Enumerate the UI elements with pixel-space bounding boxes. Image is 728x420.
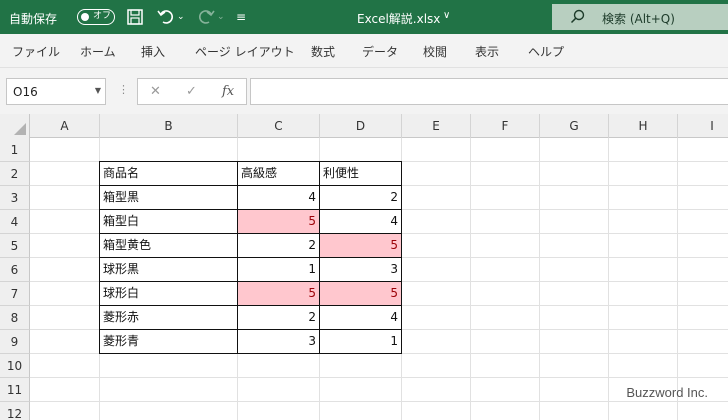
- autosave-toggle[interactable]: オフ: [77, 9, 115, 25]
- column-header-a[interactable]: A: [30, 114, 100, 138]
- tab-home[interactable]: ホーム: [80, 43, 116, 60]
- redo-icon: [196, 6, 216, 28]
- table-header-cell[interactable]: 利便性: [320, 162, 401, 186]
- chevron-down-icon[interactable]: ▼: [95, 86, 101, 95]
- column-headers: A B C D E F G H I: [0, 114, 728, 138]
- table-border: [99, 233, 402, 234]
- column-header-g[interactable]: G: [540, 114, 609, 138]
- search-box[interactable]: 検索 (Alt+Q): [552, 4, 728, 30]
- tab-help[interactable]: ヘルプ: [528, 43, 564, 60]
- table-cell-quality[interactable]: 3: [238, 330, 319, 354]
- table-cell-name[interactable]: 菱形青: [100, 330, 237, 354]
- table-cell-quality[interactable]: 5: [238, 282, 319, 306]
- row-header[interactable]: 6: [0, 258, 30, 282]
- column-header-b[interactable]: B: [100, 114, 238, 138]
- row-header[interactable]: 9: [0, 330, 30, 354]
- search-icon: [570, 9, 586, 28]
- more-options-icon[interactable]: ⋮: [118, 83, 129, 96]
- table-cell-quality[interactable]: 5: [238, 210, 319, 234]
- formula-buttons: ✕ ✓ fx: [137, 78, 247, 105]
- table-cell-quality[interactable]: 1: [238, 258, 319, 282]
- gridline: [30, 377, 728, 378]
- sheet-grid[interactable]: A B C D E F G H I 1 2 3 4 5 6 7 8 9 10 1…: [0, 114, 728, 420]
- chevron-down-icon[interactable]: ∨: [443, 10, 450, 21]
- table-cell-convenience[interactable]: 4: [320, 210, 401, 234]
- table-cell-quality[interactable]: 2: [238, 234, 319, 258]
- column-header-d[interactable]: D: [320, 114, 402, 138]
- row-header[interactable]: 2: [0, 162, 30, 186]
- ribbon-tabs: ファイル ホーム 挿入 ページ レイアウト 数式 データ 校閲 表示 ヘルプ: [0, 34, 728, 68]
- row-header[interactable]: 4: [0, 210, 30, 234]
- formula-bar: O16 ▼ ⋮ ✕ ✓ fx: [0, 68, 728, 114]
- tab-formulas[interactable]: 数式: [311, 43, 335, 60]
- document-title[interactable]: Excel解説.xlsx: [357, 10, 440, 27]
- table-cell-convenience[interactable]: 5: [320, 234, 401, 258]
- redo-dropdown-icon: ⌄: [217, 12, 225, 22]
- table-cell-convenience[interactable]: 5: [320, 282, 401, 306]
- table-border: [99, 257, 402, 258]
- cancel-icon[interactable]: ✕: [150, 84, 161, 99]
- table-cell-convenience[interactable]: 3: [320, 258, 401, 282]
- table-border: [99, 329, 402, 330]
- table-border: [99, 209, 402, 210]
- formula-input[interactable]: [250, 78, 728, 105]
- table-border: [99, 185, 402, 186]
- row-header[interactable]: 7: [0, 282, 30, 306]
- undo-icon[interactable]: [156, 6, 176, 28]
- table-header-cell[interactable]: 高級感: [238, 162, 319, 186]
- row-header[interactable]: 12: [0, 402, 30, 420]
- tab-data[interactable]: データ: [362, 43, 398, 60]
- row-header[interactable]: 11: [0, 378, 30, 402]
- tab-insert[interactable]: 挿入: [141, 43, 165, 60]
- title-bar: 自動保存 オフ ⌄ ⌄ ≡ Excel解説.xlsx ∨ 検索 (Alt+Q): [0, 0, 728, 34]
- autosave-label: 自動保存: [9, 12, 58, 26]
- name-box-value: O16: [13, 85, 38, 99]
- undo-dropdown-icon[interactable]: ⌄: [177, 6, 185, 28]
- row-header[interactable]: 1: [0, 138, 30, 162]
- tab-page-layout[interactable]: ページ レイアウト: [195, 43, 295, 60]
- column-header-h[interactable]: H: [609, 114, 678, 138]
- row-header[interactable]: 8: [0, 306, 30, 330]
- autosave-state: オフ: [93, 11, 112, 21]
- select-all-button[interactable]: [0, 114, 30, 138]
- table-cell-name[interactable]: 球形白: [100, 282, 237, 306]
- row-header[interactable]: 3: [0, 186, 30, 210]
- table-cell-convenience[interactable]: 4: [320, 306, 401, 330]
- watermark: Buzzword Inc.: [626, 385, 708, 400]
- table-cell-name[interactable]: 箱型白: [100, 210, 237, 234]
- insert-function-icon[interactable]: fx: [222, 84, 234, 99]
- name-box[interactable]: O16 ▼: [6, 78, 106, 105]
- table-cell-name[interactable]: 菱形赤: [100, 306, 237, 330]
- row-header[interactable]: 10: [0, 354, 30, 378]
- enter-icon[interactable]: ✓: [186, 84, 197, 99]
- column-header-c[interactable]: C: [238, 114, 320, 138]
- search-label: 検索 (Alt+Q): [602, 12, 675, 26]
- table-cell-convenience[interactable]: 2: [320, 186, 401, 210]
- tab-view[interactable]: 表示: [475, 43, 499, 60]
- customize-toolbar-icon[interactable]: ≡: [236, 6, 246, 28]
- column-header-e[interactable]: E: [402, 114, 471, 138]
- table-border: [99, 281, 402, 282]
- table-cell-quality[interactable]: 2: [238, 306, 319, 330]
- column-header-i[interactable]: I: [678, 114, 728, 138]
- table-header-cell[interactable]: 商品名: [100, 162, 237, 186]
- table-cell-name[interactable]: 箱型黄色: [100, 234, 237, 258]
- table-cell-name[interactable]: 箱型黒: [100, 186, 237, 210]
- table-border: [99, 305, 402, 306]
- row-header[interactable]: 5: [0, 234, 30, 258]
- tab-review[interactable]: 校閲: [423, 43, 447, 60]
- table-cell-name[interactable]: 球形黒: [100, 258, 237, 282]
- toggle-knob: [81, 12, 89, 21]
- save-icon[interactable]: [126, 6, 144, 28]
- tab-file[interactable]: ファイル: [12, 43, 60, 60]
- table-cell-convenience[interactable]: 1: [320, 330, 401, 354]
- column-header-f[interactable]: F: [471, 114, 540, 138]
- gridline: [30, 401, 728, 402]
- table-cell-quality[interactable]: 4: [238, 186, 319, 210]
